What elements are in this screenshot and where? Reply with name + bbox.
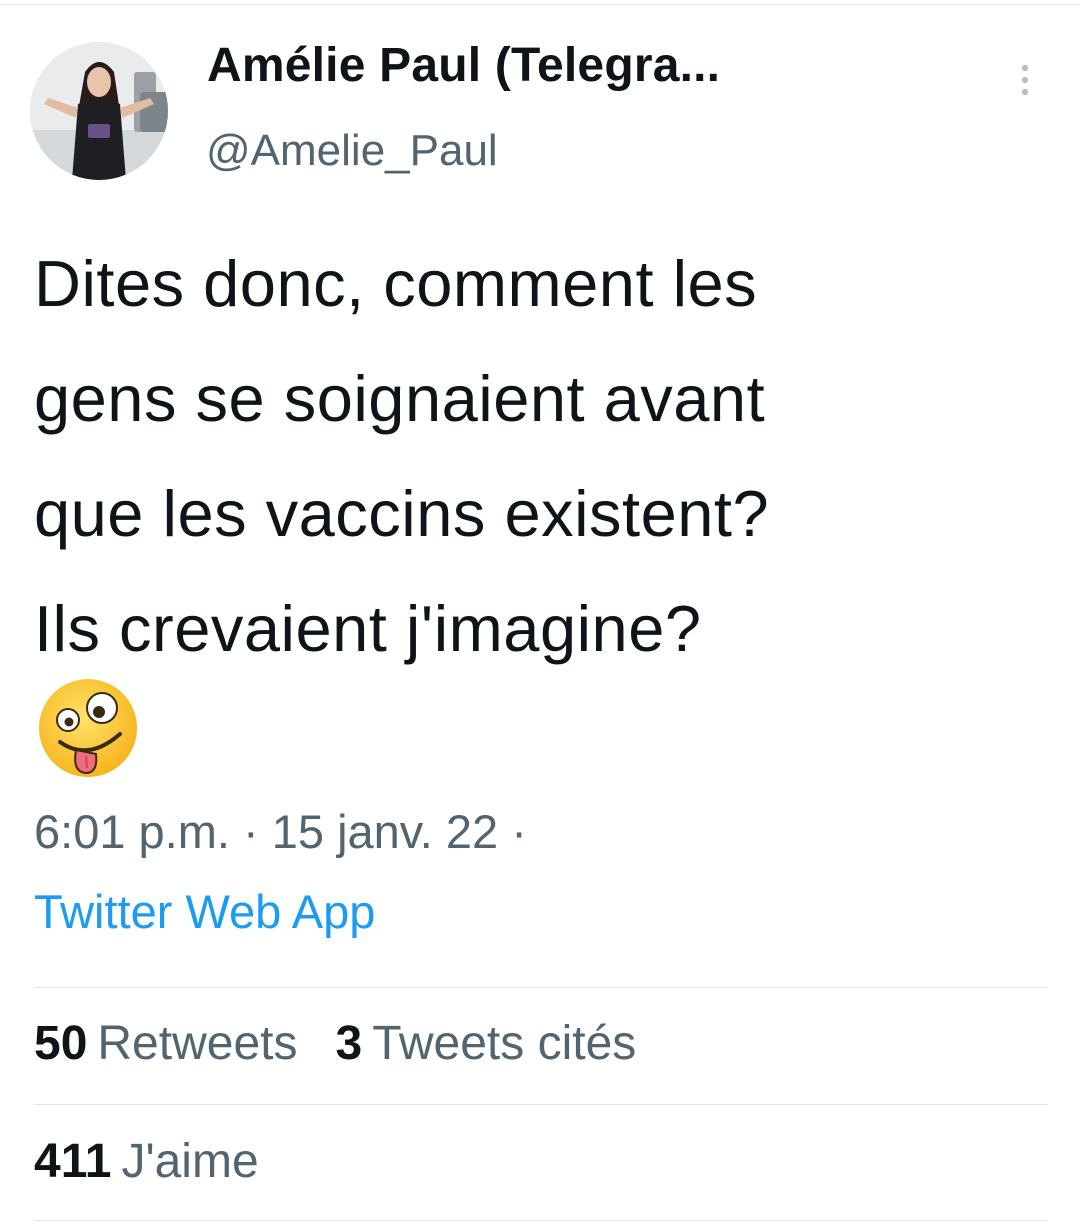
likes-stat[interactable]: 411 J'aime [34,1134,259,1189]
display-name[interactable]: Amélie Paul (Telegra... [207,38,720,93]
likes-stats-row: 411 J'aime [34,1134,297,1189]
meta-separator: · [511,805,527,858]
stats-divider-top [34,987,1048,988]
user-handle[interactable]: @Amelie_Paul [206,126,498,176]
stats-divider-bottom [34,1220,1048,1221]
avatar-image [30,42,168,180]
zany-face-icon [36,676,140,780]
retweets-label: Retweets [97,1017,298,1070]
quote-tweets-stat[interactable]: 3 Tweets cités [335,1016,636,1071]
likes-count: 411 [34,1135,112,1188]
tweet-time[interactable]: 6:01 p.m. [34,805,230,858]
engagement-stats-row: 50 Retweets 3 Tweets cités [34,1016,674,1071]
stats-divider-middle [34,1104,1048,1105]
likes-label: J'aime [121,1135,259,1188]
avatar[interactable] [30,42,168,180]
meta-separator: · [243,805,259,858]
tweet-meta: 6:01 p.m. · 15 janv. 22 · [34,804,527,859]
retweets-count: 50 [34,1017,88,1070]
quote-tweets-count: 3 [335,1017,363,1070]
more-vertical-icon[interactable] [1010,60,1040,100]
quote-tweets-label: Tweets cités [372,1017,637,1070]
tweet-text: Dites donc, comment les gens se soignaie… [34,247,770,665]
tweet-date[interactable]: 15 janv. 22 [272,805,498,858]
retweets-stat[interactable]: 50 Retweets [34,1016,297,1071]
tweet-source-link[interactable]: Twitter Web App [34,884,375,939]
top-divider [0,4,1080,5]
